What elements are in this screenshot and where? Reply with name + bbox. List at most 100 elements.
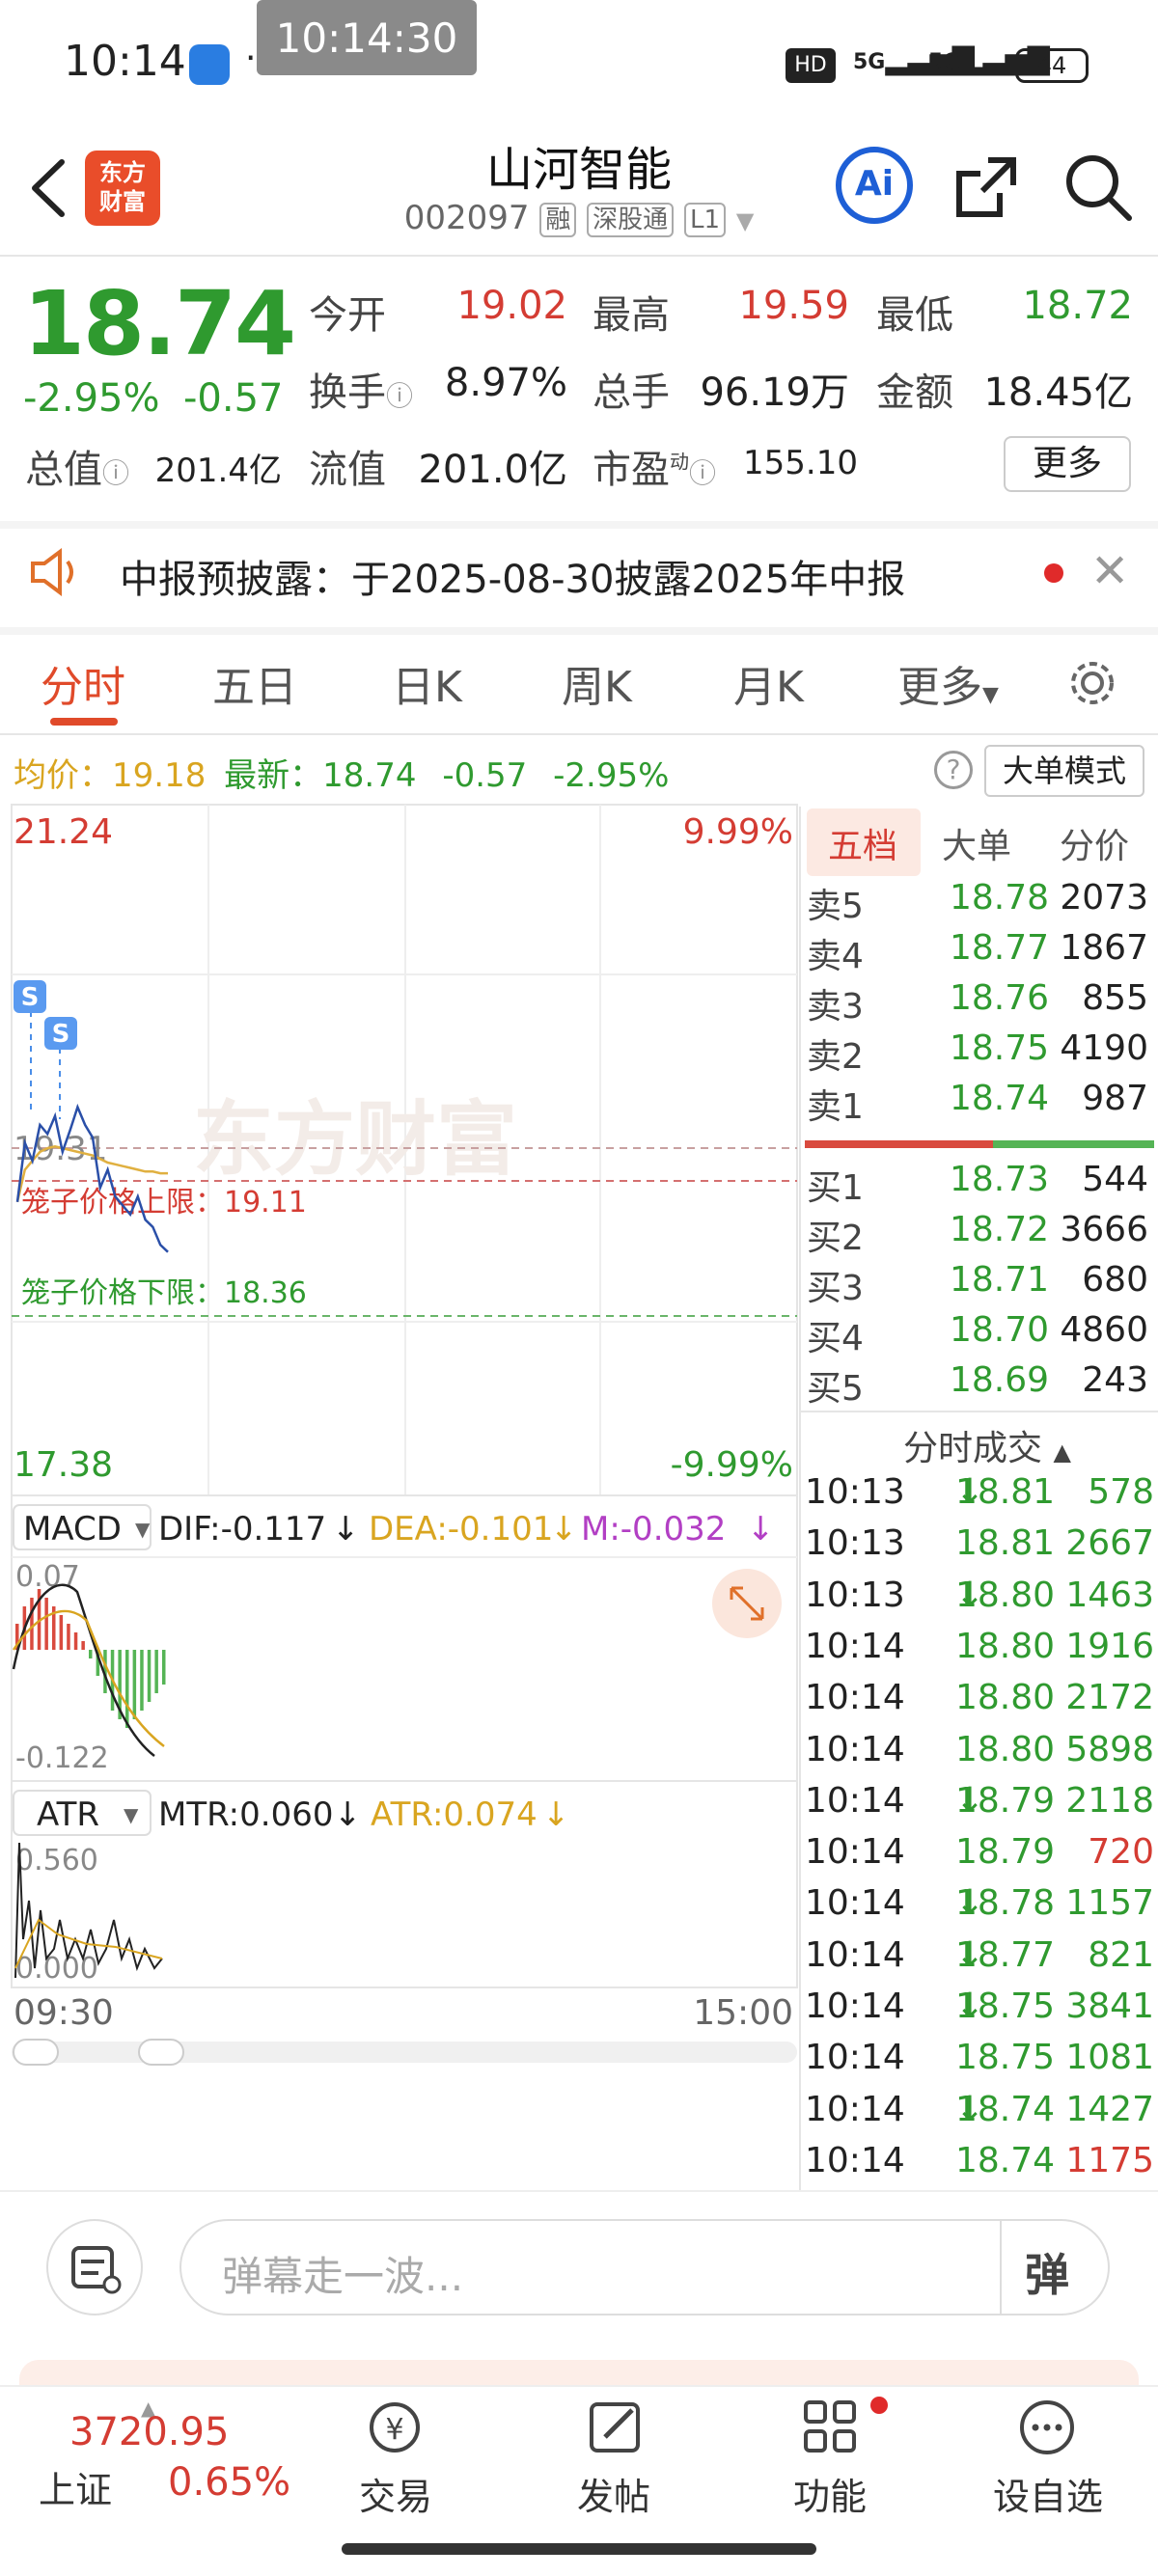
pe-value: 155.10 [743,444,858,482]
nav-post[interactable]: 发帖 [546,2397,681,2520]
latest-price: 18.74 [322,756,417,795]
trade-row: 10:13 18.80 ↓ 1463 [805,1575,1154,1615]
buy-level-row[interactable]: 买5 18.69 243 [807,1360,1154,1411]
pct-axis-bottom: -9.99% [671,1445,793,1485]
nav-trade[interactable]: ¥ 交易 [328,2397,463,2520]
macd-histogram [15,1589,166,1728]
tab-daily-k[interactable]: 日K [392,652,462,714]
svg-text:↓: ↓ [334,1795,362,1834]
macd-top-label: 0.07 [15,1560,80,1594]
tab-intraday[interactable]: 分时 [41,652,125,714]
avg-price: 19.18 [112,756,207,795]
search-icon[interactable] [1060,149,1137,226]
share-icon[interactable] [950,151,1023,224]
more-circle-icon [1020,2400,1074,2454]
status-bar: 10:14 ··· 10:14:30 HD 5G▂▃▅▇ 5G▂▃▅▇ 44 [0,0,1158,125]
nav-functions[interactable]: 功能 [762,2397,897,2520]
settings-gear-icon[interactable] [1065,656,1119,714]
range-slider-track [12,2042,797,2063]
low-label: 最低 [876,293,953,338]
high-value: 19.59 [738,284,849,328]
ai-button[interactable]: Ai [836,147,913,224]
time-end: 15:00 [693,1993,793,2033]
macd-dea: DEA:-0.101 [369,1510,553,1548]
change-percent: -2.95% [23,376,160,421]
latest-change: -0.57 [442,756,528,795]
avg-price-line: 均价：19.18 最新：18.74 -0.57 -2.95% [14,756,670,795]
tab-five-level[interactable]: 五档 [828,818,897,868]
tab-five-day[interactable]: 五日 [212,652,297,714]
macd-bar [81,1641,85,1650]
amount-label: 金额 [876,370,953,415]
buy-level-row[interactable]: 买1 18.73 544 [807,1160,1154,1210]
danmaku-input[interactable]: 弹幕走一波... 弹 [179,2219,1110,2316]
edit-icon [590,2402,640,2453]
buy-level-row[interactable]: 买3 18.71 680 [807,1260,1154,1310]
help-icon[interactable]: ? [934,751,973,789]
svg-text:↓: ↓ [332,1510,360,1548]
mcap-label: 总值ⓘ [25,448,130,492]
mcap-value: 201.4亿 [154,452,282,490]
float-value: 201.0亿 [418,448,567,492]
level-tag: L1 [683,202,726,237]
svg-text:S: S [52,1020,70,1049]
tab-price-dist[interactable]: 分价 [1060,818,1129,868]
notice-text[interactable]: 中报预披露：于2025-08-30披露2025年中报 [120,548,905,604]
index-ticker[interactable]: ▲ 3720.95 上证 0.65% [35,2397,295,2512]
macd-bar [125,1650,129,1728]
sell-level-row[interactable]: 卖5 18.78 2073 [807,878,1154,928]
info-icon[interactable]: ⓘ [102,457,129,489]
trades-title[interactable]: 分时成交 ▲ [903,1420,1071,1470]
y-axis-top: 21.24 [14,812,113,852]
status-time: 10:14 [64,37,186,86]
comment-list-icon[interactable] [46,2219,143,2316]
nav-add-watchlist[interactable]: 设自选 [980,2397,1116,2520]
grid-icon [804,2400,856,2453]
index-name: 上证 [39,2469,113,2511]
turnover-label: 换手ⓘ [309,370,414,415]
float-label: 流值 [309,448,386,492]
trade-row: 10:14 18.78 ↓ 1157 [805,1883,1154,1924]
tab-more[interactable]: 更多▼ [897,652,999,714]
low-value: 18.72 [1022,284,1133,328]
buy-level-row[interactable]: 买2 18.72 3666 [807,1210,1154,1260]
tab-big-order[interactable]: 大单 [942,818,1011,868]
trade-row: 10:14 18.79 ↓ 2118 [805,1780,1154,1821]
macd-bar [147,1650,152,1702]
svg-text:▼: ▼ [135,1518,151,1541]
sell-level-row[interactable]: 卖3 18.76 855 [807,978,1154,1028]
trade-row: 10:14 18.75 1081 [805,2038,1154,2078]
back-button[interactable] [17,145,85,232]
big-order-mode-button[interactable]: 大单模式 [984,745,1144,797]
svg-text:MACD: MACD [23,1510,122,1548]
margin-tag: 融 [539,202,577,237]
sell-level-row[interactable]: 卖2 18.75 4190 [807,1028,1154,1079]
app-notification-icon [189,44,230,85]
battery-icon: 44 [1015,48,1089,83]
svg-text:▼: ▼ [124,1803,139,1826]
trade-icon: ¥ [370,2402,420,2453]
open-label: 今开 [309,293,386,338]
more-quote-button[interactable]: 更多 [1004,436,1131,492]
buy-level-row[interactable]: 买4 18.70 4860 [807,1310,1154,1360]
badge-dot [870,2397,888,2414]
info-icon[interactable]: ⓘ [689,457,716,489]
sell-level-row[interactable]: 卖4 18.77 1867 [807,928,1154,978]
trade-row: 10:14 18.80 2172 [805,1678,1154,1718]
stock-code-row[interactable]: 002097 融 深股通 L1 ▼ [386,199,772,237]
home-indicator [342,2543,816,2555]
sell-level-row[interactable]: 卖1 18.74 987 [807,1079,1154,1129]
index-value: 3720.95 [69,2410,230,2454]
info-icon[interactable]: ⓘ [386,380,413,412]
trade-row: 10:14 18.74 1175 [805,2140,1154,2180]
watermark: 东方财富 [193,1092,517,1187]
intraday-chart[interactable]: 东方财富 21.24 9.99% 19.31 17.38 -9.99% 笼子价格… [0,801,801,2190]
close-icon[interactable]: ✕ [1090,544,1129,598]
tab-monthly-k[interactable]: 月K [733,652,804,714]
macd-bar [59,1615,64,1650]
tab-weekly-k[interactable]: 周K [562,652,632,714]
turnover-value: 8.97% [444,361,567,405]
danmaku-toggle-button[interactable]: 弹 [1025,2240,1069,2304]
connect-tag: 深股通 [587,202,675,237]
macd-m: M:-0.032 [581,1510,726,1548]
